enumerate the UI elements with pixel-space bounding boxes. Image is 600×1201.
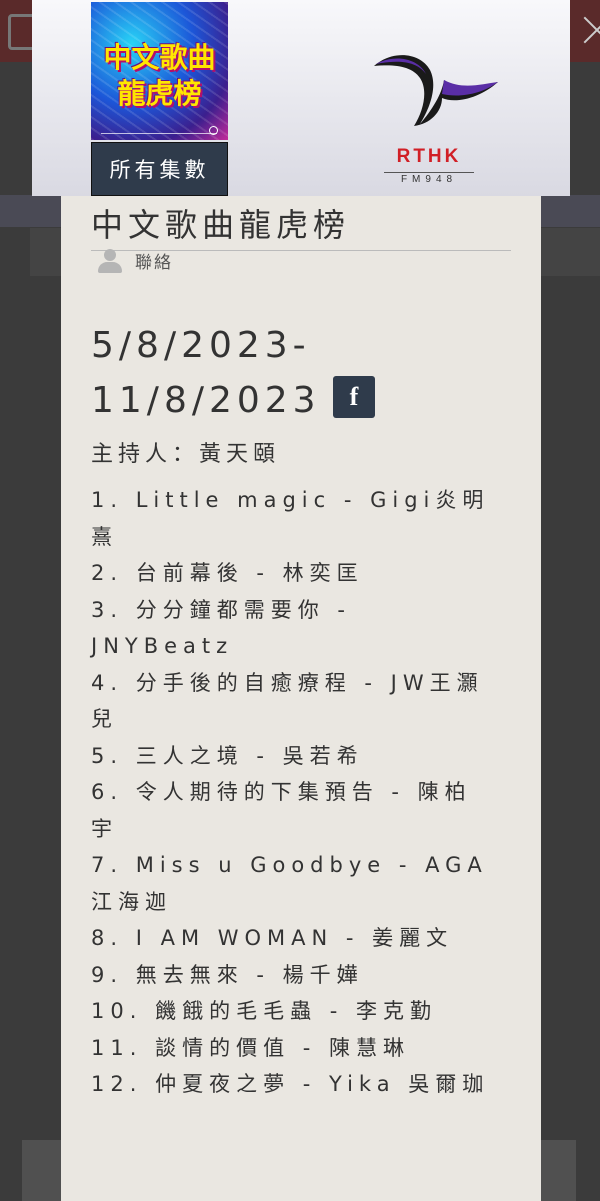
cover-title-line-2: 龍虎榜 [117, 77, 202, 110]
all-episodes-button[interactable]: 所有集數 [91, 142, 228, 196]
page-title: 中文歌曲龍虎榜 [91, 200, 511, 251]
facebook-icon: f [349, 382, 359, 411]
rthk-swirl-icon [374, 55, 498, 126]
track-list: 1. Little magic - Gigi炎明熹 2. 台前幕後 - 林奕匡 … [91, 482, 491, 1103]
list-item: 11. 談情的價值 - 陳慧琳 [91, 1035, 410, 1060]
list-item: 2. 台前幕後 - 林奕匡 [91, 561, 364, 585]
list-item: 3. 分分鐘都需要你 - JNYBeatz [91, 597, 351, 659]
modal-header: 中文歌曲 龍虎榜 所有集數 RTHK FM948 [32, 0, 570, 196]
list-item: 8. I AM WOMAN - 姜麗文 [91, 926, 454, 950]
facebook-share-button[interactable]: f [333, 376, 375, 418]
list-item: 10. 饑餓的毛毛蟲 - 李克勤 [91, 999, 437, 1023]
station-frequency: FM948 [384, 172, 474, 185]
rthk-logo: RTHK FM948 [372, 50, 502, 190]
list-item: 7. Miss u Goodbye - AGA江海迦 [91, 853, 488, 914]
list-item: 12. 仲夏夜之夢 - Yika 吳爾珈 [91, 1072, 490, 1096]
episode-panel: 中文歌曲龍虎榜 聯絡 5/8/2023-11/8/2023 f 主持人：黃天頤 … [61, 196, 541, 1201]
cover-divider [101, 133, 217, 134]
station-name: RTHK [396, 146, 462, 167]
close-icon[interactable] [583, 16, 600, 44]
cover-mark-icon [209, 126, 218, 135]
list-item: 5. 三人之境 - 吳若希 [91, 743, 364, 768]
contact-label: 聯絡 [135, 253, 173, 273]
cover-title-line-1: 中文歌曲 [103, 41, 216, 74]
list-item: 4. 分手後的自癒療程 - JW王灝兒 [91, 670, 484, 732]
list-item: 9. 無去無來 - 楊千嬅 [91, 962, 364, 987]
host-name: 主持人：黃天頤 [91, 442, 281, 467]
show-cover-image: 中文歌曲 龍虎榜 [91, 2, 228, 140]
list-item: 6. 令人期待的下集預告 - 陳柏宇 [91, 780, 472, 841]
list-item: 1. Little magic - Gigi炎明熹 [91, 488, 490, 549]
user-icon [97, 248, 123, 273]
contact-link[interactable]: 聯絡 [97, 248, 173, 273]
